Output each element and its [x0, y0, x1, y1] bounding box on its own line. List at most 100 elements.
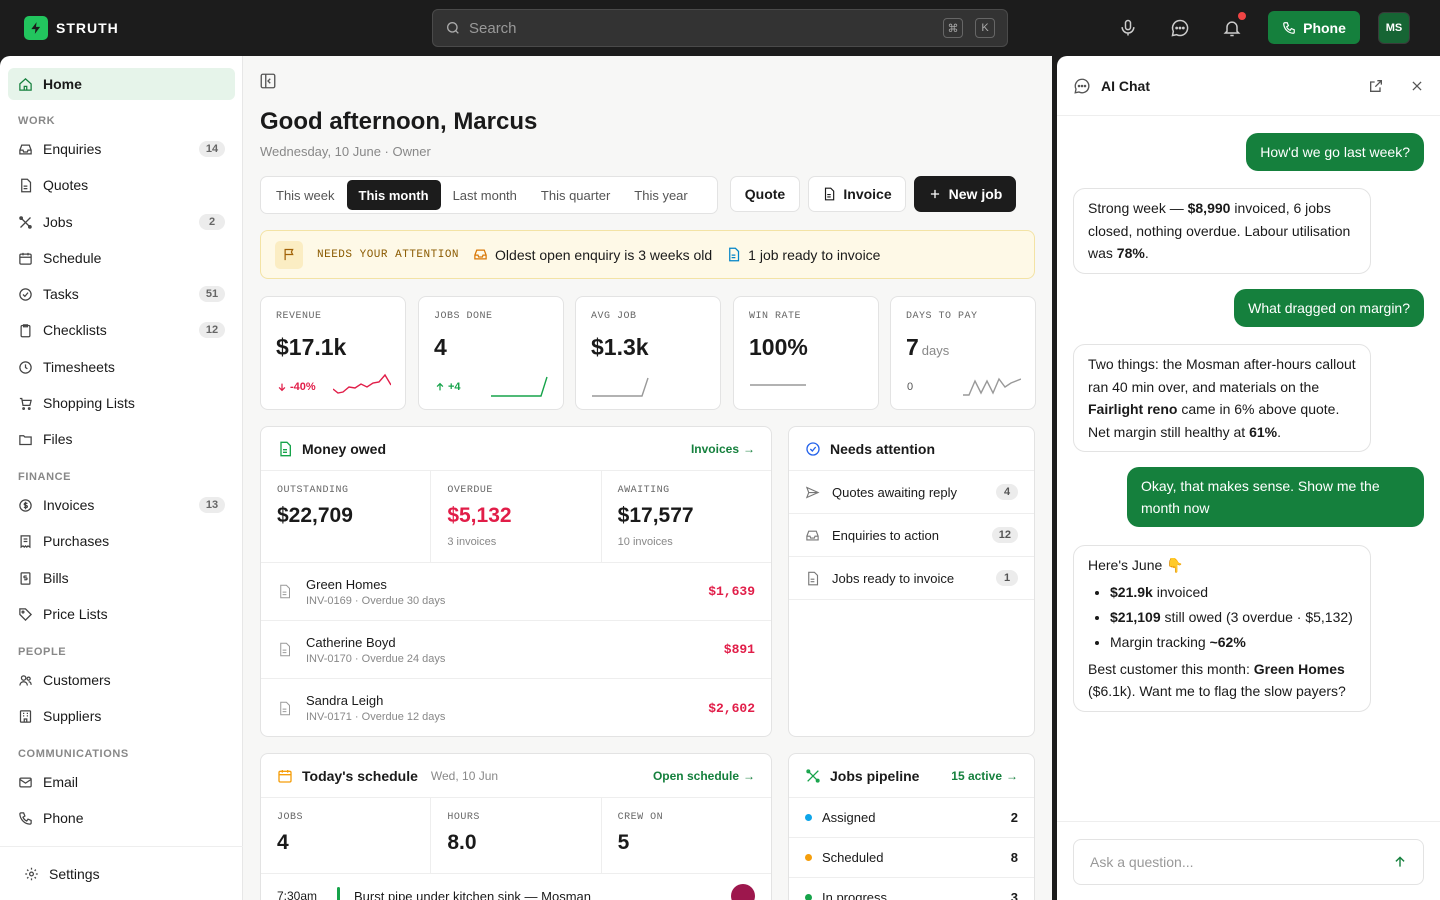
mini-label: CREW ON	[617, 812, 664, 823]
gear-icon	[24, 867, 39, 882]
sidebar-collapse-icon[interactable]	[259, 72, 279, 92]
document-icon	[277, 642, 292, 657]
sidebar-item-label: Purchases	[43, 533, 110, 549]
new-job-button-label: New job	[948, 186, 1003, 202]
mini-value: 4	[277, 831, 289, 854]
search-bar[interactable]: ⌘ K	[432, 9, 1008, 47]
chat-input[interactable]	[1090, 854, 1393, 870]
sidebar-item-files[interactable]: Files	[8, 423, 235, 455]
document-icon	[277, 701, 292, 716]
invoices-link[interactable]: Invoices →	[691, 442, 755, 456]
sidebar-item-price-lists[interactable]: Price Lists	[8, 598, 235, 630]
home-icon	[18, 77, 33, 92]
sidebar-item-email[interactable]: Email	[8, 766, 235, 798]
period-this-week[interactable]: This week	[264, 180, 347, 210]
sidebar-item-purchases[interactable]: Purchases	[8, 525, 235, 557]
quote-button[interactable]: Quote	[730, 176, 800, 212]
stat-card-jobs-done[interactable]: JOBS DONE 4 +4	[418, 296, 564, 410]
invoice-row[interactable]: Green Homes INV-0169 · Overdue 30 days $1…	[261, 563, 771, 621]
phone-button[interactable]: Phone	[1268, 11, 1360, 44]
sidebar-item-timesheets[interactable]: Timesheets	[8, 351, 235, 383]
stat-card-revenue[interactable]: REVENUE $17.1k -40%	[260, 296, 406, 410]
invoice-customer: Catherine Boyd	[306, 634, 396, 650]
message-text: Best customer this month:	[1088, 660, 1254, 677]
overdue-stat: OVERDUE $5,132 3 invoices	[431, 471, 602, 562]
pipeline-row-scheduled[interactable]: Scheduled 8	[789, 838, 1034, 878]
schedule-date: Wed, 10 Jun	[430, 768, 499, 783]
check-circle-icon	[18, 287, 33, 302]
app-logo[interactable]: STRUTH	[24, 16, 119, 40]
sidebar-item-enquiries[interactable]: Enquiries 14	[8, 133, 235, 165]
sidebar-item-invoices[interactable]: Invoices 13	[8, 489, 235, 521]
sidebar-item-jobs[interactable]: Jobs 2	[8, 206, 235, 238]
message-text: .	[1144, 245, 1149, 261]
stat-card-win-rate[interactable]: WIN RATE 100%	[733, 296, 879, 410]
section-finance: FINANCE	[18, 471, 72, 483]
mini-sub: 3 invoices	[447, 536, 497, 548]
user-avatar[interactable]: MS	[1378, 12, 1410, 44]
section-communications: COMMUNICATIONS	[18, 748, 129, 760]
ai-message: Two things: the Mosman after-hours callo…	[1073, 344, 1371, 452]
invoice-customer: Green Homes	[306, 576, 387, 592]
search-input[interactable]	[469, 19, 931, 37]
schedule-row[interactable]: 7:30am Burst pipe under kitchen sink — M…	[261, 874, 771, 900]
count-badge: 2	[199, 214, 225, 230]
sidebar-item-label: Invoices	[43, 497, 95, 513]
revenue-sparkline	[333, 373, 391, 394]
sidebar-item-settings[interactable]: Settings	[14, 858, 241, 890]
mini-label: JOBS	[277, 812, 304, 823]
jobs-pipeline-header: Jobs pipeline 15 active →	[789, 754, 1034, 798]
schedule-header: Today's schedule Wed, 10 Jun Open schedu…	[261, 754, 771, 798]
chat-bubble-icon[interactable]	[1166, 14, 1194, 42]
needs-attention-header: Needs attention	[789, 427, 1034, 471]
sidebar-item-tasks[interactable]: Tasks 51	[8, 278, 235, 310]
inbox-icon	[805, 528, 820, 543]
invoice-button[interactable]: Invoice	[808, 176, 906, 212]
sidebar-item-suppliers[interactable]: Suppliers	[8, 700, 235, 732]
sidebar-item-checklists[interactable]: Checklists 12	[8, 314, 235, 346]
chat-input-box[interactable]	[1073, 839, 1424, 885]
banner-item-invoice[interactable]: 1 job ready to invoice	[726, 247, 880, 263]
message-text: Margin tracking	[1110, 633, 1210, 650]
new-job-button[interactable]: New job	[914, 176, 1016, 212]
stat-card-days-to-pay[interactable]: DAYS TO PAY 7 days 0	[890, 296, 1036, 410]
period-last-month[interactable]: Last month	[441, 180, 529, 210]
pipeline-row-in-progress[interactable]: In progress 3	[789, 878, 1034, 900]
period-this-quarter[interactable]: This quarter	[529, 180, 622, 210]
tools-icon	[18, 215, 33, 230]
open-schedule-link[interactable]: Open schedule →	[653, 769, 755, 783]
close-icon[interactable]	[1410, 79, 1424, 93]
active-jobs-link[interactable]: 15 active →	[951, 769, 1018, 783]
pipeline-row-assigned[interactable]: Assigned 2	[789, 798, 1034, 838]
bell-icon[interactable]	[1218, 12, 1246, 42]
sidebar-item-home[interactable]: Home	[8, 68, 235, 100]
message-text: Two things: the Mosman after-hours callo…	[1088, 356, 1356, 395]
banner-item-enquiry[interactable]: Oldest open enquiry is 3 weeks old	[473, 247, 712, 263]
invoice-row[interactable]: Catherine Boyd INV-0170 · Overdue 24 days…	[261, 621, 771, 679]
arrow-right-icon: →	[743, 768, 755, 783]
attention-item-quotes[interactable]: Quotes awaiting reply 4	[789, 471, 1034, 514]
sidebar-item-bills[interactable]: Bills	[8, 562, 235, 594]
attention-item-jobs[interactable]: Jobs ready to invoice 1	[789, 557, 1034, 600]
external-link-icon[interactable]	[1368, 78, 1384, 94]
period-this-year[interactable]: This year	[622, 180, 699, 210]
calendar-icon	[18, 251, 33, 266]
banner-item-text: Oldest open enquiry is 3 weeks old	[495, 246, 713, 263]
send-arrow-icon[interactable]	[1393, 855, 1407, 869]
microphone-icon[interactable]	[1114, 14, 1142, 42]
stat-value: 7 days	[906, 334, 1020, 361]
users-icon	[18, 673, 33, 688]
attention-item-enquiries[interactable]: Enquiries to action 12	[789, 514, 1034, 557]
sidebar-item-phone[interactable]: Phone	[8, 802, 235, 834]
sidebar-item-schedule[interactable]: Schedule	[8, 242, 235, 274]
sidebar-item-quotes[interactable]: Quotes	[8, 169, 235, 201]
invoice-row[interactable]: Sandra Leigh INV-0171 · Overdue 12 days $…	[261, 679, 771, 736]
clipboard-icon	[18, 323, 33, 338]
sidebar-item-customers[interactable]: Customers	[8, 664, 235, 696]
stat-card-avg-job[interactable]: AVG JOB $1.3k	[575, 296, 721, 410]
mail-icon	[18, 775, 33, 790]
period-this-month[interactable]: This month	[346, 180, 441, 210]
sidebar-item-shopping-lists[interactable]: Shopping Lists	[8, 387, 235, 419]
document-icon	[18, 178, 33, 193]
stat-value: $1.3k	[591, 334, 649, 360]
